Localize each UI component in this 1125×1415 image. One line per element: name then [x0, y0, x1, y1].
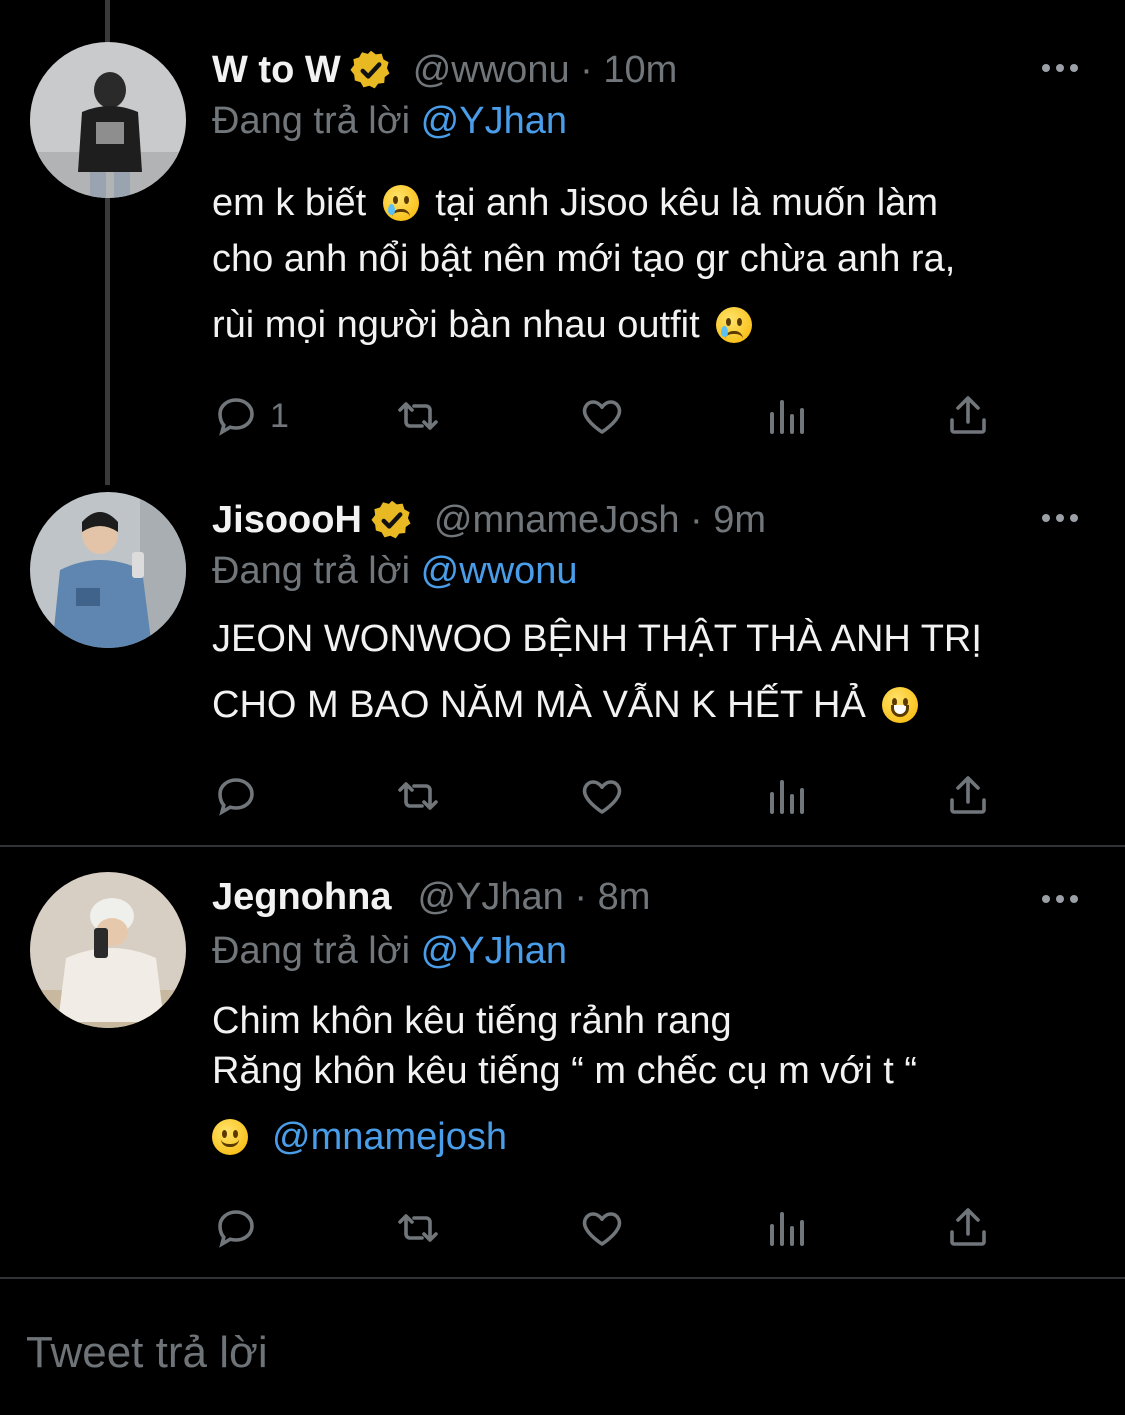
timestamp[interactable]: 10m: [603, 49, 677, 91]
verified-icon: [349, 48, 393, 92]
tweet-text-line: CHO M BAO NĂM MÀ VẪN K HẾT HẢ: [212, 684, 924, 727]
more-icon[interactable]: [1042, 64, 1078, 72]
retweet-icon: [398, 402, 438, 430]
replying-prefix: Đang trả lời: [212, 930, 411, 972]
handle[interactable]: @wwonu: [413, 49, 570, 91]
retweet-icon: [398, 782, 438, 810]
display-name[interactable]: W to W: [212, 49, 341, 92]
retweet-button[interactable]: [394, 392, 442, 440]
tweet-text: JEON WONWOO BỆNH THẬT THÀ ANH TRỊ: [212, 618, 982, 660]
reply-count: 1: [270, 396, 289, 435]
like-icon: [582, 400, 622, 434]
replying-to-mention[interactable]: @wwonu: [421, 550, 578, 592]
tweet-text: em k biết: [212, 182, 377, 224]
like-button[interactable]: [578, 1204, 626, 1252]
views-button[interactable]: [762, 1204, 810, 1252]
avatar[interactable]: [30, 42, 186, 198]
replying-to-mention[interactable]: @YJhan: [421, 100, 567, 142]
sad-tear-emoji-icon: [716, 307, 753, 343]
tweet-meta: @mnameJosh · 9m: [433, 498, 767, 541]
share-button[interactable]: [944, 1204, 992, 1252]
replying-to: Đang trả lời @YJhan: [212, 930, 567, 973]
avatar[interactable]: [30, 872, 186, 1028]
views-button[interactable]: [762, 772, 810, 820]
tweet-header: W to W @wwonu · 10m: [212, 48, 677, 92]
share-icon: [950, 776, 986, 814]
reply-button[interactable]: [212, 1204, 260, 1252]
views-icon: [770, 780, 804, 814]
handle[interactable]: @mnameJosh: [434, 499, 680, 541]
tweet-text-line: JEON WONWOO BỆNH THẬT THÀ ANH TRỊ: [212, 618, 982, 661]
share-icon: [950, 1208, 986, 1246]
views-icon: [770, 400, 804, 434]
avatar[interactable]: [30, 492, 186, 648]
tweet-actions: [212, 1204, 1012, 1254]
reply-icon: [218, 1210, 254, 1248]
tweet-text-line: Răng khôn kêu tiếng “ m chếc cụ m với t …: [212, 1050, 917, 1093]
share-button[interactable]: [944, 772, 992, 820]
tweet-text-line: cho anh nổi bật nên mới tạo gr chừa anh …: [212, 238, 955, 281]
mention-link[interactable]: @mnamejosh: [272, 1116, 507, 1158]
tweet-actions: [212, 772, 1012, 822]
tweet-text-line: @mnamejosh: [212, 1116, 507, 1159]
tweet-text: cho anh nổi bật nên mới tạo gr chừa anh …: [212, 238, 956, 280]
tweet-header: Jegnohna @YJhan · 8m: [212, 876, 650, 919]
reply-composer-input[interactable]: Tweet trả lời: [26, 1328, 268, 1378]
reply-icon: [218, 778, 254, 816]
tweet-text-line: rùi mọi người bàn nhau outfit: [212, 304, 758, 347]
display-name[interactable]: JisoooH: [212, 499, 362, 542]
tweet-text-line: em k biết tại anh Jisoo kêu là muốn làm: [212, 182, 938, 225]
sad-tear-emoji-icon: [382, 185, 419, 221]
share-icon: [950, 396, 986, 434]
replying-to: Đang trả lời @wwonu: [212, 550, 578, 593]
replying-prefix: Đang trả lời: [212, 100, 411, 142]
retweet-button[interactable]: [394, 1204, 442, 1252]
smiling-emoji-icon: [212, 1119, 248, 1155]
like-icon: [582, 780, 622, 814]
tweet-divider: [0, 1277, 1125, 1279]
replying-to: Đang trả lời @YJhan: [212, 100, 567, 143]
views-button[interactable]: [762, 392, 810, 440]
replying-to-mention[interactable]: @YJhan: [421, 930, 567, 972]
tweet-meta: @wwonu · 10m: [412, 48, 678, 91]
tweet-text-line: Chim khôn kêu tiếng rảnh rang: [212, 1000, 732, 1043]
tweet-meta: @YJhan · 8m: [417, 876, 651, 918]
handle[interactable]: @YJhan: [417, 876, 563, 918]
reply-button[interactable]: 1: [212, 392, 289, 440]
like-button[interactable]: [578, 772, 626, 820]
reply-button[interactable]: [212, 772, 260, 820]
display-name[interactable]: Jegnohna: [212, 876, 391, 919]
share-button[interactable]: [944, 392, 992, 440]
timestamp[interactable]: 8m: [598, 876, 651, 918]
more-icon[interactable]: [1042, 895, 1078, 903]
like-icon: [582, 1212, 622, 1246]
like-button[interactable]: [578, 392, 626, 440]
tweet-text: CHO M BAO NĂM MÀ VẪN K HẾT HẢ: [212, 684, 877, 726]
grinning-emoji-icon: [882, 687, 919, 723]
replying-prefix: Đang trả lời: [212, 550, 411, 592]
timestamp[interactable]: 9m: [713, 499, 766, 541]
tweet-divider: [0, 845, 1125, 847]
tweet-text: rùi mọi người bàn nhau outfit: [212, 304, 711, 346]
retweet-button[interactable]: [394, 772, 442, 820]
tweet-text: Chim khôn kêu tiếng rảnh rang: [212, 1000, 732, 1042]
tweet-actions: 1: [212, 392, 1012, 442]
tweet-text: Răng khôn kêu tiếng “ m chếc cụ m với t …: [212, 1050, 917, 1092]
verified-icon: [370, 498, 414, 542]
tweet-header: JisoooH @mnameJosh · 9m: [212, 498, 766, 542]
tweet-text: tại anh Jisoo kêu là muốn làm: [424, 182, 939, 224]
reply-icon: [218, 398, 254, 436]
views-icon: [770, 1212, 804, 1246]
retweet-icon: [398, 1214, 438, 1242]
more-icon[interactable]: [1042, 514, 1078, 522]
